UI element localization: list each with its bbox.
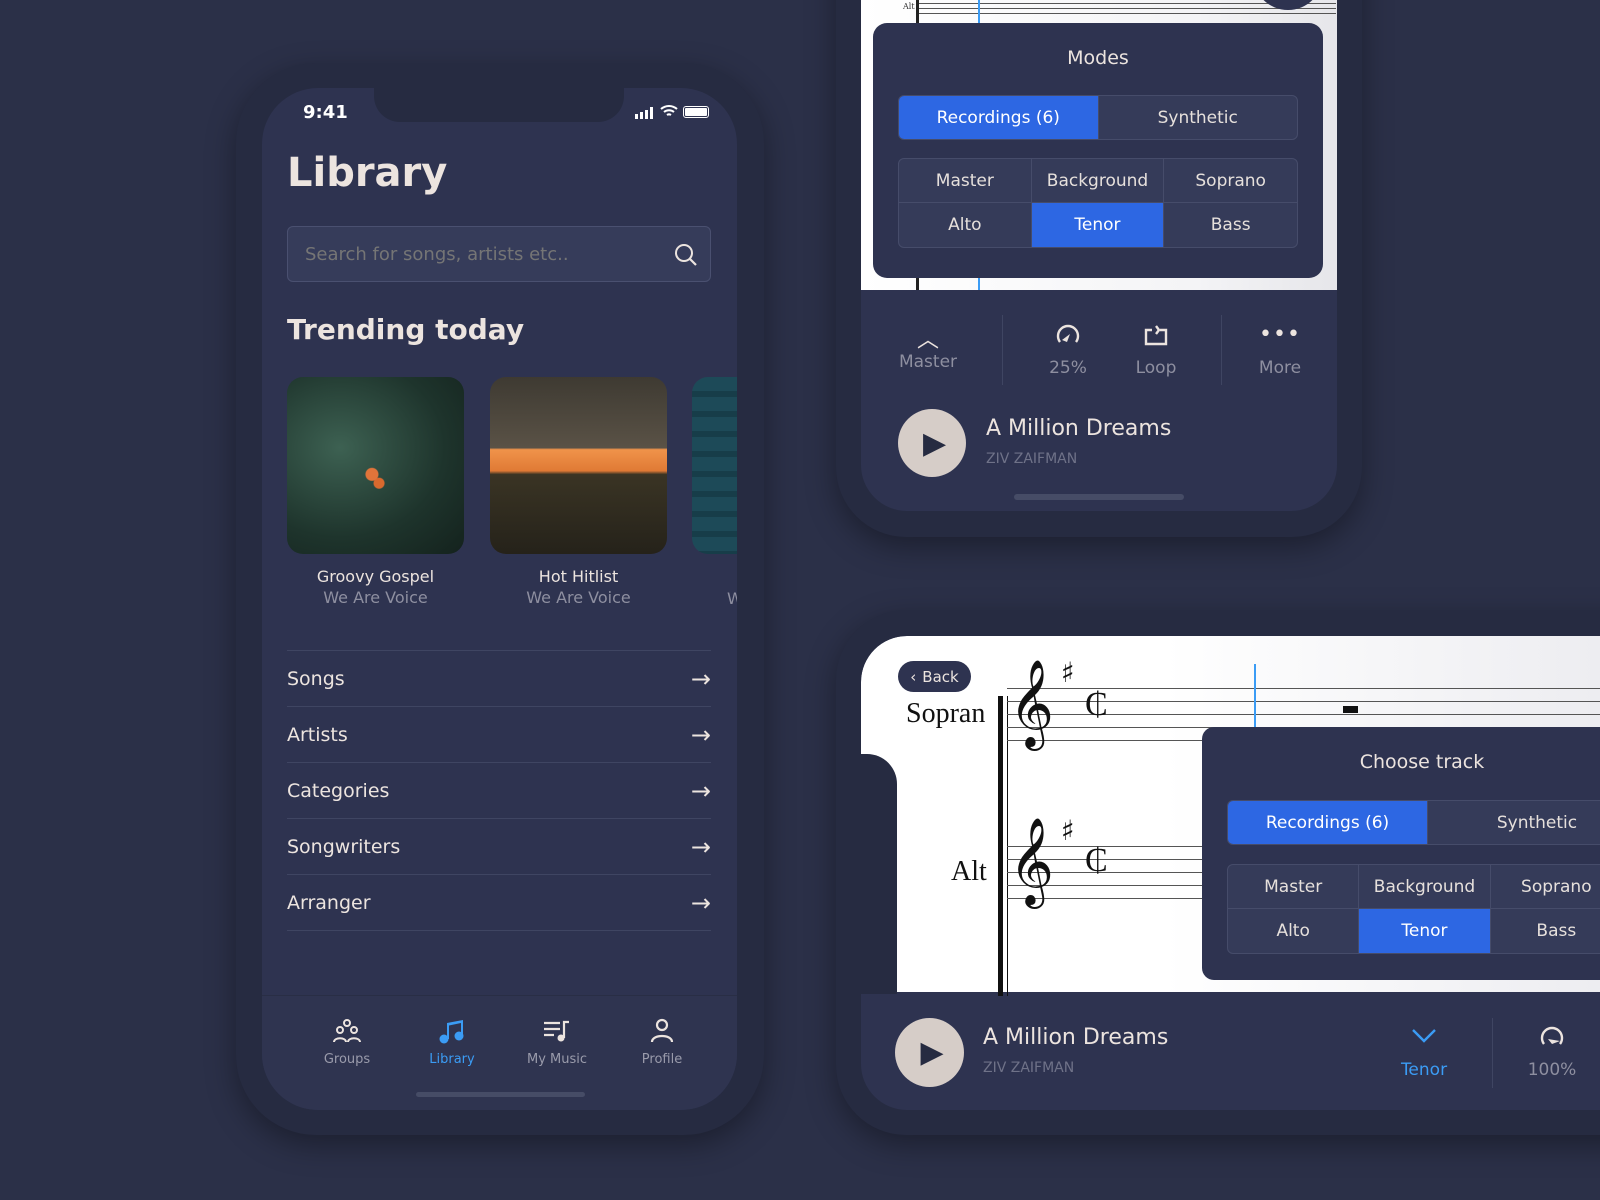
notch [374, 88, 624, 122]
home-indicator [416, 1092, 585, 1097]
loop-icon [1144, 325, 1168, 346]
master-button[interactable]: ︿ Master [888, 322, 968, 372]
speed-button[interactable]: 100% [1512, 1024, 1592, 1080]
loop-button[interactable]: Loop [1116, 322, 1196, 378]
nav-my-music[interactable]: My Music [512, 1018, 602, 1067]
tab-synthetic[interactable]: Synthetic [1428, 801, 1600, 844]
album-cover [692, 377, 737, 554]
card-artist: W [727, 589, 737, 608]
page-title: Library [287, 150, 448, 196]
treble-clef: 𝄞 [1009, 816, 1054, 905]
chevron-up-icon: ︿ [916, 328, 939, 353]
playlist-card[interactable]: Groovy Gospel We Are Voice [287, 377, 464, 607]
track-background[interactable]: Background [1359, 865, 1491, 909]
search-box[interactable] [287, 226, 711, 282]
wifi-icon [660, 105, 678, 116]
track-background[interactable]: Background [1031, 159, 1165, 203]
nav-library[interactable]: Library [407, 1018, 497, 1067]
song-title: A Million Dreams [983, 1025, 1169, 1050]
track-alto[interactable]: Alto [899, 203, 1032, 247]
playlist-card[interactable]: W [692, 377, 737, 608]
track-master[interactable]: Master [899, 159, 1032, 203]
chevron-left-icon: ‹ [910, 667, 917, 686]
section-title: Trending today [287, 313, 525, 346]
tab-synthetic[interactable]: Synthetic [1099, 96, 1298, 139]
track-soprano[interactable]: Soprano [1164, 159, 1297, 203]
list-item-categories[interactable]: Categories → [287, 763, 711, 819]
toolbar-divider [1002, 315, 1003, 385]
choose-track-panel: Choose track Recordings (6) Synthetic Ma… [1202, 727, 1600, 980]
play-icon: ▶ [922, 425, 947, 461]
mode-tabs: Recordings (6) Synthetic [898, 95, 1298, 140]
album-cover [490, 377, 667, 554]
track-bass[interactable]: Bass [1164, 203, 1297, 247]
song-artist: ZIV ZAIFMAN [983, 1060, 1075, 1076]
arrow-right-icon: → [690, 720, 711, 749]
track-tenor[interactable]: Tenor [1359, 909, 1491, 953]
arrow-right-icon: → [690, 888, 711, 917]
list-item-songwriters[interactable]: Songwriters → [287, 819, 711, 875]
track-grid: Master Background Soprano Alto Tenor Bas… [898, 158, 1298, 248]
panel-title: Modes [1067, 47, 1129, 69]
card-artist: We Are Voice [526, 588, 631, 607]
track-grid: Master Background Soprano Alto Tenor Bas… [1227, 864, 1600, 954]
card-title: Hot Hitlist [538, 567, 619, 586]
card-artist: We Are Voice [323, 588, 428, 607]
home-indicator [1014, 494, 1184, 500]
search-input[interactable] [305, 227, 645, 281]
list-item-songs[interactable]: Songs → [287, 651, 711, 707]
more-button[interactable]: ••• More [1240, 322, 1320, 378]
list-item-arranger[interactable]: Arranger → [287, 875, 711, 931]
toolbar-divider [1221, 315, 1222, 385]
back-button[interactable]: ‹ Back [898, 661, 971, 692]
status-time: 9:41 [303, 102, 348, 123]
person-icon [650, 1018, 674, 1043]
staff-label-soprano: Sopran [906, 698, 986, 729]
tab-recordings[interactable]: Recordings (6) [899, 96, 1099, 139]
signal-icon [635, 107, 653, 119]
groups-icon [333, 1019, 361, 1043]
toolbar-divider [1492, 1018, 1493, 1088]
list-item-artists[interactable]: Artists → [287, 707, 711, 763]
track-tenor[interactable]: Tenor [1031, 203, 1165, 247]
nav-groups[interactable]: Groups [302, 1018, 392, 1067]
track-soprano[interactable]: Soprano [1490, 865, 1600, 909]
speed-gauge-icon [1540, 1026, 1564, 1045]
speed-button[interactable]: 25% [1028, 322, 1108, 378]
arrow-right-icon: → [690, 832, 711, 861]
chevron-down-icon [1412, 1029, 1436, 1043]
song-artist: ZIV ZAIFMAN [986, 451, 1078, 467]
play-button[interactable]: ▶ [898, 409, 966, 477]
tab-recordings[interactable]: Recordings (6) [1228, 801, 1428, 844]
treble-clef: 𝄞 [1009, 658, 1054, 747]
more-dots-icon: ••• [1259, 322, 1301, 347]
track-bass[interactable]: Bass [1491, 909, 1600, 953]
staff-label: Alt [903, 2, 915, 11]
playlist-card[interactable]: Hot Hitlist We Are Voice [490, 377, 667, 607]
staff-label-alto: Alt [951, 856, 987, 887]
playlist-icon [544, 1020, 569, 1042]
nav-profile[interactable]: Profile [617, 1018, 707, 1067]
play-button[interactable]: ▶ [895, 1018, 964, 1087]
track-master[interactable]: Master [1228, 865, 1360, 909]
music-note-icon [439, 1020, 464, 1044]
track-alto[interactable]: Alto [1228, 909, 1360, 953]
album-cover [287, 377, 464, 554]
arrow-right-icon: → [690, 776, 711, 805]
search-icon[interactable] [673, 242, 699, 268]
modes-panel: Modes Recordings (6) Synthetic Master Ba… [873, 23, 1323, 278]
card-title: Groovy Gospel [316, 567, 435, 586]
panel-title: Choose track [1359, 751, 1485, 773]
battery-icon [683, 106, 709, 118]
speed-gauge-icon [1056, 324, 1080, 343]
arrow-right-icon: → [690, 664, 711, 693]
play-icon: ▶ [920, 1035, 944, 1070]
track-selector-button[interactable]: Tenor [1384, 1026, 1464, 1080]
library-screen: 9:41 Library Trending today Groovy Gospe… [262, 88, 737, 1110]
song-title: A Million Dreams [986, 416, 1172, 441]
mode-tabs: Recordings (6) Synthetic [1227, 800, 1600, 845]
